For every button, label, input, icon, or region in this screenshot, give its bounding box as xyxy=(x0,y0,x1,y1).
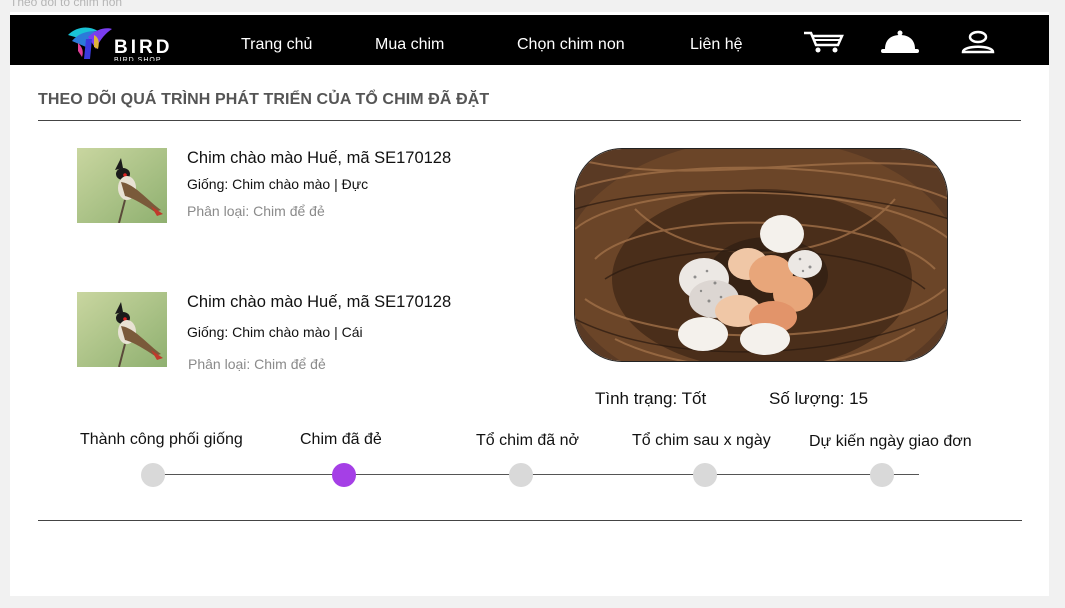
progress-step-dot-active[interactable] xyxy=(332,463,356,487)
title-divider xyxy=(38,120,1021,121)
nav-item-choose-chicks[interactable]: Chọn chim non xyxy=(517,36,625,54)
nest-photo xyxy=(574,148,948,362)
frame-label: Theo dõi tổ chim non xyxy=(10,0,123,9)
nest-quantity: Số lượng: 15 xyxy=(769,389,869,408)
nest-eggs-icon xyxy=(575,149,947,361)
step-label: Dự kiến ngày giao đơn xyxy=(809,433,972,450)
bird-name: Chim chào mào Huế, mã SE170128 xyxy=(187,293,452,311)
step-label: Tổ chim đã nở xyxy=(476,432,579,449)
step-label: Thành công phối giống xyxy=(80,431,243,448)
bell-icon[interactable] xyxy=(879,30,921,56)
progress-step-dot[interactable] xyxy=(693,463,717,487)
bird-logo-icon xyxy=(68,27,112,59)
navbar: BIRD BIRD SHOP Trang chủ Mua chim Chọn c… xyxy=(10,15,1049,65)
brand-name: BIRD xyxy=(114,37,173,58)
step-label: Tổ chim sau x ngày xyxy=(632,432,771,449)
bird-photo-icon xyxy=(77,148,167,223)
progress-step-dot[interactable] xyxy=(141,463,165,487)
progress-track xyxy=(152,474,919,475)
bottom-divider xyxy=(38,520,1022,521)
bird-category: Phân loại: Chim để đẻ xyxy=(188,356,326,372)
brand-logo[interactable]: BIRD BIRD SHOP xyxy=(66,25,196,61)
bird-category: Phân loại: Chim để đẻ xyxy=(187,203,325,219)
bird-name: Chim chào mào Huế, mã SE170128 xyxy=(187,149,452,167)
brand-tagline: BIRD SHOP xyxy=(114,57,162,61)
bird-thumbnail xyxy=(77,148,167,223)
bird-photo-icon xyxy=(77,292,167,367)
nav-item-buy-bird[interactable]: Mua chim xyxy=(375,36,444,54)
bird-thumbnail xyxy=(77,292,167,367)
nav-item-home[interactable]: Trang chủ xyxy=(241,36,312,54)
progress-step-dot[interactable] xyxy=(870,463,894,487)
cart-icon[interactable] xyxy=(802,30,844,54)
nest-status: Tình trạng: Tốt xyxy=(595,389,707,408)
user-icon[interactable] xyxy=(960,30,996,56)
bird-breed: Giống: Chim chào mào | Đực xyxy=(187,176,369,192)
nav-item-contact[interactable]: Liên hệ xyxy=(690,36,743,54)
progress-step-dot[interactable] xyxy=(509,463,533,487)
page-title: THEO DÕI QUÁ TRÌNH PHÁT TRIỂN CỦA TỔ CHI… xyxy=(38,91,490,108)
step-label: Chim đã đẻ xyxy=(300,431,382,448)
bird-breed: Giống: Chim chào mào | Cái xyxy=(187,324,363,340)
